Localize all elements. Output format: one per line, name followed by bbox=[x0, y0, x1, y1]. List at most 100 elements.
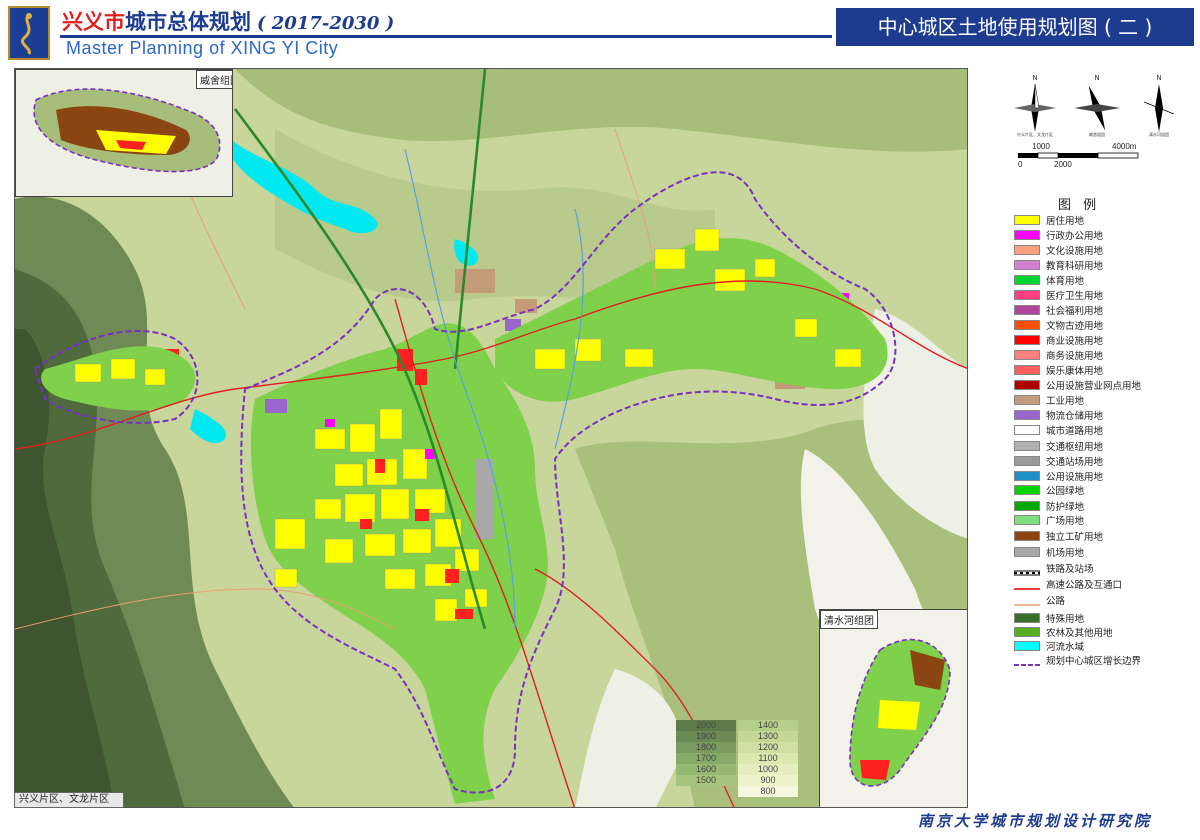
city-name: 兴义市 bbox=[62, 9, 125, 34]
legend-swatch bbox=[1014, 395, 1040, 405]
organization-name: 南京大学城市规划设计研究院 bbox=[917, 812, 1152, 830]
inset-qingshuihe-map bbox=[820, 610, 967, 807]
legend-label: 规划中心城区增长边界 bbox=[1046, 656, 1142, 667]
legend-label: 工业用地 bbox=[1046, 396, 1085, 407]
legend-label: 公用设施营业网点用地 bbox=[1046, 381, 1142, 392]
legend-swatch bbox=[1014, 441, 1040, 451]
legend-item: 高速公路及互通口 bbox=[1014, 578, 1194, 591]
elevation-cell: 1300 bbox=[738, 731, 798, 742]
legend-label: 防护绿地 bbox=[1046, 502, 1085, 513]
legend-item: 体育用地 bbox=[1014, 274, 1194, 287]
north-arrow-qingshuihe-icon: N 清水河组团 bbox=[1134, 74, 1184, 140]
legend-item: 公用设施营业网点用地 bbox=[1014, 379, 1194, 392]
legend-label: 广场用地 bbox=[1046, 516, 1085, 527]
legend-label: 教育科研用地 bbox=[1046, 261, 1104, 272]
legend-item: 商业设施用地 bbox=[1014, 334, 1194, 347]
legend-item: 教育科研用地 bbox=[1014, 259, 1194, 272]
legend-label: 高速公路及互通口 bbox=[1046, 580, 1123, 591]
legend-swatch bbox=[1014, 260, 1040, 270]
legend-item: 文物古迹用地 bbox=[1014, 319, 1194, 332]
legend-label: 商业设施用地 bbox=[1046, 336, 1104, 347]
legend-swatch bbox=[1014, 215, 1040, 225]
legend-item: 居住用地 bbox=[1014, 214, 1194, 227]
elevation-cell: 2000 bbox=[676, 720, 736, 731]
legend-item: 娱乐康体用地 bbox=[1014, 364, 1194, 377]
city-logo bbox=[8, 6, 50, 60]
legend-item: 独立工矿用地 bbox=[1014, 530, 1194, 543]
legend-swatch bbox=[1014, 627, 1040, 637]
legend-swatch bbox=[1014, 320, 1040, 330]
legend-swatch bbox=[1014, 515, 1040, 525]
legend-label: 物流仓储用地 bbox=[1046, 411, 1104, 422]
legend-item: 特殊用地 bbox=[1014, 612, 1194, 625]
land-use-map[interactable]: 威舍组团 清水河组团 bbox=[14, 68, 968, 808]
elevation-cell: 800 bbox=[738, 786, 798, 797]
legend-swatch bbox=[1014, 531, 1040, 541]
legend-label: 文化设施用地 bbox=[1046, 246, 1104, 257]
legend-swatch bbox=[1014, 655, 1040, 666]
legend-label: 独立工矿用地 bbox=[1046, 532, 1104, 543]
legend-item: 机场用地 bbox=[1014, 546, 1194, 559]
legend-label: 铁路及站场 bbox=[1046, 564, 1094, 575]
legend-swatch bbox=[1013, 563, 1041, 576]
elevation-cell: 1900 bbox=[676, 731, 736, 742]
legend-item: 公用设施用地 bbox=[1014, 470, 1194, 483]
legend-swatch bbox=[1014, 230, 1040, 240]
legend-swatch bbox=[1014, 595, 1040, 606]
legend-label: 交通枢纽用地 bbox=[1046, 442, 1104, 453]
legend-item: 农林及其他用地 bbox=[1014, 626, 1194, 639]
legend-swatch bbox=[1014, 245, 1040, 255]
elevation-cell: 1100 bbox=[738, 753, 798, 764]
elevation-cell: 1500 bbox=[676, 775, 736, 786]
title-banner: 兴义市城市总体规划 ( 2017-2030 ) Master Planning o… bbox=[0, 0, 1200, 64]
sheet-title: 中心城区土地使用规划图 ( 二 ) bbox=[836, 8, 1194, 46]
legend-swatch bbox=[1014, 613, 1040, 623]
legend-item: 城市道路用地 bbox=[1014, 424, 1194, 437]
legend-label: 商务设施用地 bbox=[1046, 351, 1104, 362]
legend-item: 交通枢纽用地 bbox=[1014, 440, 1194, 453]
legend-label: 机场用地 bbox=[1046, 548, 1085, 559]
legend-swatch bbox=[1014, 471, 1040, 481]
legend-swatch bbox=[1014, 579, 1040, 590]
legend-item: 公园绿地 bbox=[1014, 484, 1194, 497]
legend-item: 医疗卫生用地 bbox=[1014, 289, 1194, 302]
legend-label: 交通站场用地 bbox=[1046, 457, 1104, 468]
plan-title-english: Master Planning of XING YI City bbox=[66, 38, 339, 58]
legend-item: 规划中心城区增长边界 bbox=[1014, 654, 1194, 667]
elevation-cell: 1200 bbox=[738, 742, 798, 753]
elevation-cell: 1000 bbox=[738, 764, 798, 775]
legend-label: 医疗卫生用地 bbox=[1046, 291, 1104, 302]
north-arrow-main-icon: N 兴义片区、文龙片区 bbox=[1010, 74, 1060, 140]
inset-weijin-label: 威舍组团 bbox=[196, 70, 232, 89]
plan-name: 城市总体规划 bbox=[125, 9, 251, 34]
legend-swatch bbox=[1014, 275, 1040, 285]
elevation-cell: 1600 bbox=[676, 764, 736, 775]
legend-item: 物流仓储用地 bbox=[1014, 409, 1194, 422]
legend-label: 文物古迹用地 bbox=[1046, 321, 1104, 332]
legend-item: 广场用地 bbox=[1014, 514, 1194, 527]
legend-item: 文化设施用地 bbox=[1014, 244, 1194, 257]
area-label: 兴义片区、文龙片区 bbox=[14, 792, 124, 808]
legend-swatch bbox=[1014, 410, 1040, 420]
legend-label: 河流水域 bbox=[1046, 642, 1085, 653]
legend-item: 商务设施用地 bbox=[1014, 349, 1194, 362]
legend-swatch bbox=[1014, 501, 1040, 511]
legend-item: 公路 bbox=[1014, 594, 1194, 607]
legend-swatch bbox=[1014, 547, 1040, 557]
legend-swatch bbox=[1014, 456, 1040, 466]
elevation-cell: 900 bbox=[738, 775, 798, 786]
legend-item: 防护绿地 bbox=[1014, 500, 1194, 513]
inset-qingshuihe[interactable]: 清水河组团 bbox=[819, 609, 967, 807]
legend-swatch bbox=[1014, 350, 1040, 360]
scale-bar: 1000 4000m 0 2000 bbox=[1018, 142, 1139, 169]
legend-label: 城市道路用地 bbox=[1046, 426, 1104, 437]
legend-label: 行政办公用地 bbox=[1046, 231, 1104, 242]
plan-title: 兴义市城市总体规划 ( 2017-2030 ) bbox=[62, 6, 394, 36]
legend-swatch bbox=[1014, 335, 1040, 345]
legend-label: 公园绿地 bbox=[1046, 486, 1085, 497]
legend-swatch bbox=[1014, 290, 1040, 300]
legend-swatch bbox=[1014, 380, 1040, 390]
compass-row: N 兴义片区、文龙片区 N 威舍组团 N 清水河组团 bbox=[1010, 74, 1190, 144]
plan-years: ( 2017-2030 ) bbox=[257, 13, 395, 34]
inset-weijin[interactable]: 威舍组团 bbox=[15, 69, 233, 197]
